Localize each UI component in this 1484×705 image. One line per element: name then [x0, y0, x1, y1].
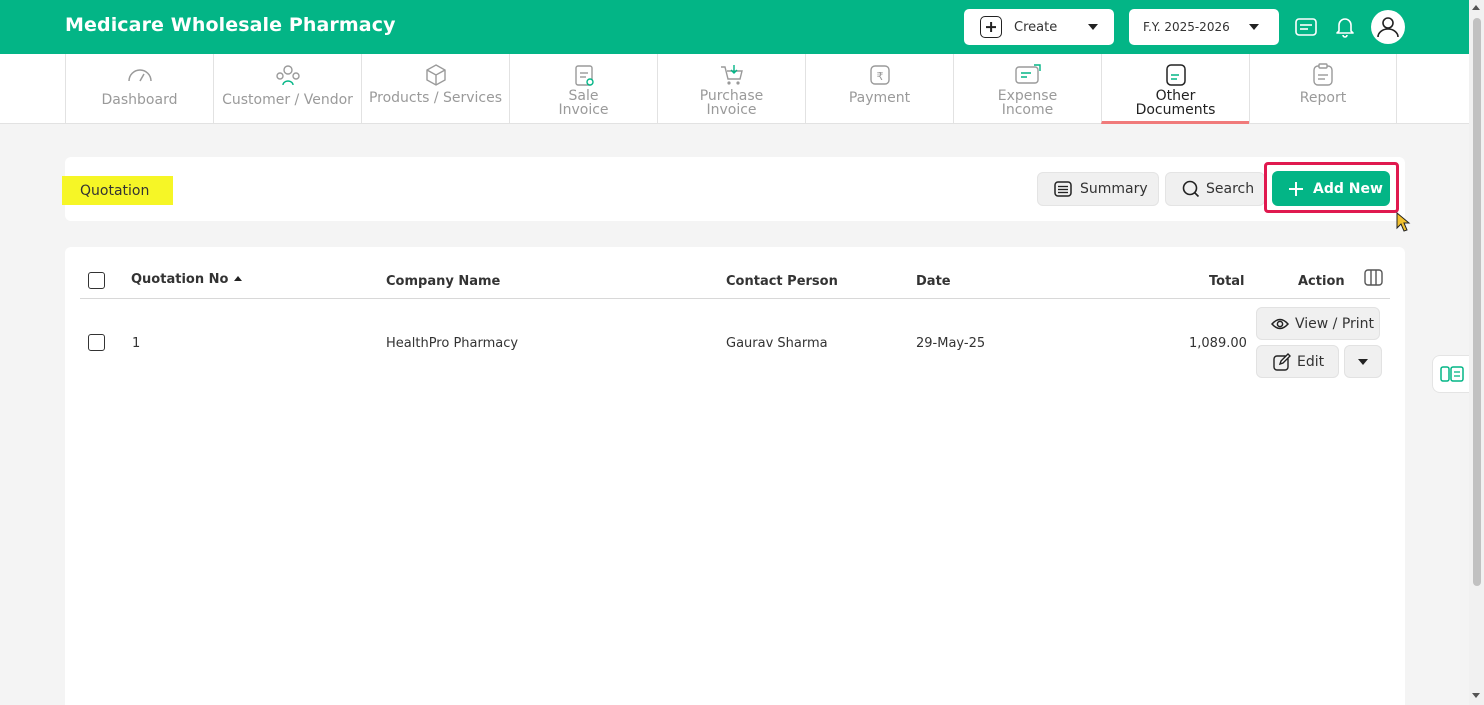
more-actions-dropdown[interactable] [1344, 345, 1382, 378]
create-label: Create [1014, 19, 1058, 35]
tab-payment[interactable]: ₹ Payment [805, 54, 953, 124]
rupee-icon: ₹ [869, 65, 890, 85]
tab-label: Customer / Vendor [222, 92, 353, 108]
edit-icon [1273, 352, 1291, 371]
create-dropdown[interactable]: Create [964, 9, 1114, 45]
financial-year-label: F.Y. 2025-2026 [1143, 20, 1230, 34]
column-header-company-name[interactable]: Company Name [386, 274, 500, 289]
brand-title[interactable]: Medicare Wholesale Pharmacy [65, 14, 396, 36]
svg-text:₹: ₹ [876, 70, 883, 83]
column-header-contact-person[interactable]: Contact Person [726, 274, 838, 289]
add-new-label: Add New [1313, 180, 1383, 197]
tab-customer-vendor[interactable]: Customer / Vendor [213, 54, 361, 124]
quotation-table [65, 247, 1405, 705]
side-panel-toggle[interactable] [1432, 355, 1470, 393]
report-icon [1313, 63, 1333, 86]
cell-contact-person: Gaurav Sharma [726, 336, 828, 351]
financial-year-dropdown[interactable]: F.Y. 2025-2026 [1129, 9, 1279, 45]
cell-total: 1,089.00 [1189, 336, 1247, 351]
sort-asc-icon [234, 276, 243, 281]
view-print-label: View / Print [1295, 315, 1375, 332]
main-nav: Dashboard Customer / Vendor Products / S… [0, 54, 1469, 124]
plus-icon [1288, 181, 1304, 197]
cell-quotation-no: 1 [132, 336, 141, 351]
user-icon [1377, 17, 1399, 38]
keyboard-icon[interactable] [1292, 13, 1320, 41]
cell-company-name: HealthPro Pharmacy [386, 336, 519, 351]
column-header-date[interactable]: Date [916, 274, 951, 289]
top-header: Medicare Wholesale Pharmacy Create F.Y. … [0, 0, 1469, 54]
column-settings-icon[interactable] [1364, 269, 1383, 286]
scroll-down-arrow[interactable] [1472, 693, 1480, 698]
tab-report[interactable]: Report [1249, 54, 1397, 124]
column-header-quotation-no[interactable]: Quotation No [131, 272, 243, 287]
tab-label: Expense Income [997, 88, 1058, 118]
exchange-icon [1014, 64, 1041, 84]
scrollbar-thumb[interactable] [1473, 18, 1481, 586]
tab-label: Sale Invoice [558, 88, 609, 118]
edit-label: Edit [1297, 353, 1325, 370]
users-icon [275, 65, 300, 86]
tab-label: Other Documents [1135, 88, 1216, 118]
tab-sale-invoice[interactable]: Sale Invoice [509, 54, 657, 124]
search-button[interactable]: Search [1165, 172, 1265, 206]
bell-icon[interactable] [1331, 13, 1359, 41]
document-icon [1165, 64, 1186, 86]
docs-icon [1439, 366, 1464, 382]
row-checkbox[interactable] [88, 334, 105, 351]
column-header-action: Action [1298, 274, 1345, 289]
tab-label: Purchase Invoice [699, 88, 764, 118]
page-title: Quotation [62, 176, 173, 205]
invoice-icon [574, 65, 594, 86]
mouse-cursor-icon [1396, 212, 1411, 232]
tab-other-documents[interactable]: Other Documents [1101, 54, 1249, 124]
tab-products-services[interactable]: Products / Services [361, 54, 509, 124]
chevron-down-icon [1358, 358, 1368, 365]
search-label: Search [1206, 181, 1255, 197]
add-new-button[interactable]: Add New [1272, 171, 1390, 206]
plus-square-icon [980, 16, 1002, 38]
tab-label: Payment [848, 90, 911, 106]
list-icon [1054, 181, 1072, 197]
gauge-icon [127, 69, 152, 82]
user-avatar[interactable] [1371, 10, 1405, 44]
tab-purchase-invoice[interactable]: Purchase Invoice [657, 54, 805, 124]
tab-dashboard[interactable]: Dashboard [65, 54, 213, 124]
cart-icon [720, 65, 743, 85]
summary-button[interactable]: Summary [1037, 172, 1159, 206]
edit-button[interactable]: Edit [1256, 345, 1339, 378]
summary-label: Summary [1080, 181, 1148, 197]
chevron-down-icon [1088, 24, 1098, 30]
header-divider [80, 298, 1390, 299]
search-icon [1182, 180, 1200, 198]
tab-label: Dashboard [101, 92, 178, 108]
tab-expense-income[interactable]: Expense Income [953, 54, 1101, 124]
eye-icon [1271, 318, 1289, 329]
tab-label: Report [1299, 90, 1347, 106]
chevron-down-icon [1249, 24, 1259, 30]
view-print-button[interactable]: View / Print [1256, 307, 1380, 340]
cell-date: 29-May-25 [916, 336, 986, 351]
column-header-total[interactable]: Total [1209, 274, 1245, 289]
select-all-checkbox[interactable] [88, 272, 105, 289]
scroll-up-arrow[interactable] [1472, 5, 1480, 10]
tab-label: Products / Services [368, 90, 503, 106]
box-icon [425, 64, 446, 86]
